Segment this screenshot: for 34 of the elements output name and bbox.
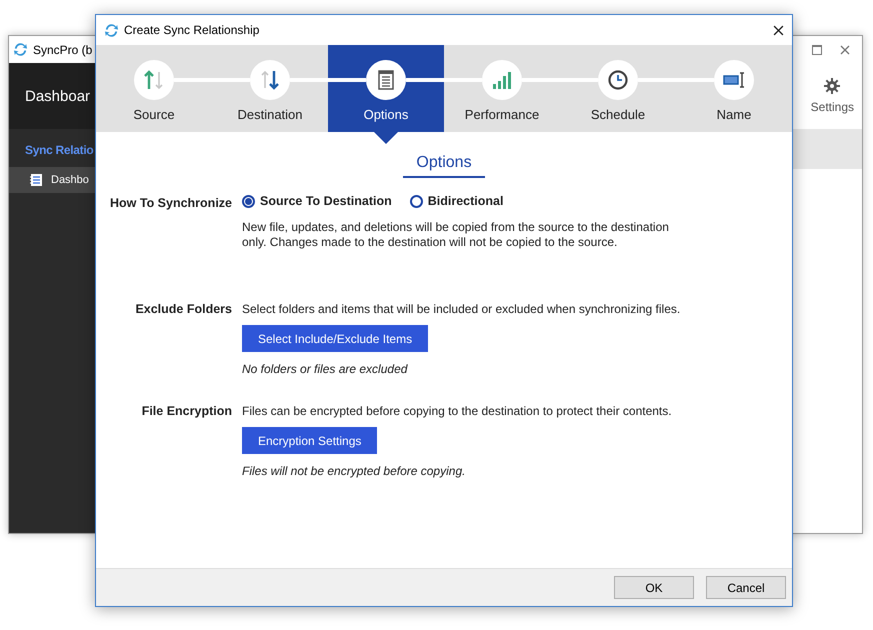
settings-button[interactable]: Settings [810, 78, 854, 114]
section-heading: Sync Relatio [24, 142, 94, 159]
selection-pointer [374, 132, 398, 144]
clock-icon [606, 68, 630, 92]
sync-icon [104, 22, 119, 38]
radio-option[interactable]: Source To Destination [242, 194, 392, 208]
description-text: New file, updates, and deletions will be copied from the source to the destination only. Changes made to the destination will not be copied to the source. [242, 220, 670, 250]
description-text: Files can be encrypted before copying to the destination to protect their contents. [242, 404, 672, 419]
settings-icon [824, 78, 840, 94]
description-text: Select folders and items that will be included or excluded when synchronizing files. [242, 302, 680, 317]
dialog-button[interactable]: OK [614, 576, 694, 599]
status-note: Files will not be encrypted before copying. [242, 464, 466, 478]
section-title: Options [403, 154, 485, 178]
dialog-title: Create Sync Relationship [124, 23, 260, 37]
wizard-step[interactable]: Source [96, 45, 212, 132]
action-button[interactable]: Select Include/Exclude Items [242, 325, 428, 352]
wizard-step[interactable]: Schedule [560, 45, 676, 132]
wizard-step[interactable]: Performance [444, 45, 560, 132]
close-icon[interactable] [773, 24, 784, 36]
window-title: SyncPro (b [33, 42, 92, 56]
page-heading: Dashboar [25, 88, 90, 104]
radio-option[interactable]: Bidirectional [410, 194, 504, 208]
field-label: How To Synchronize [109, 195, 232, 212]
field-label: File Encryption [140, 403, 232, 420]
action-button[interactable]: Encryption Settings [242, 427, 378, 454]
maximize-icon[interactable] [812, 44, 822, 54]
wizard-step[interactable]: Destination [212, 45, 328, 132]
list-icon [29, 173, 43, 187]
sync-icon [13, 42, 28, 57]
status-note: No folders or files are excluded [242, 362, 408, 376]
nav-item[interactable]: Dashbo [9, 167, 96, 193]
dialog-button[interactable]: Cancel [706, 576, 786, 599]
field-label: Exclude Folders [134, 301, 232, 318]
wizard-step[interactable]: Name [676, 45, 792, 132]
